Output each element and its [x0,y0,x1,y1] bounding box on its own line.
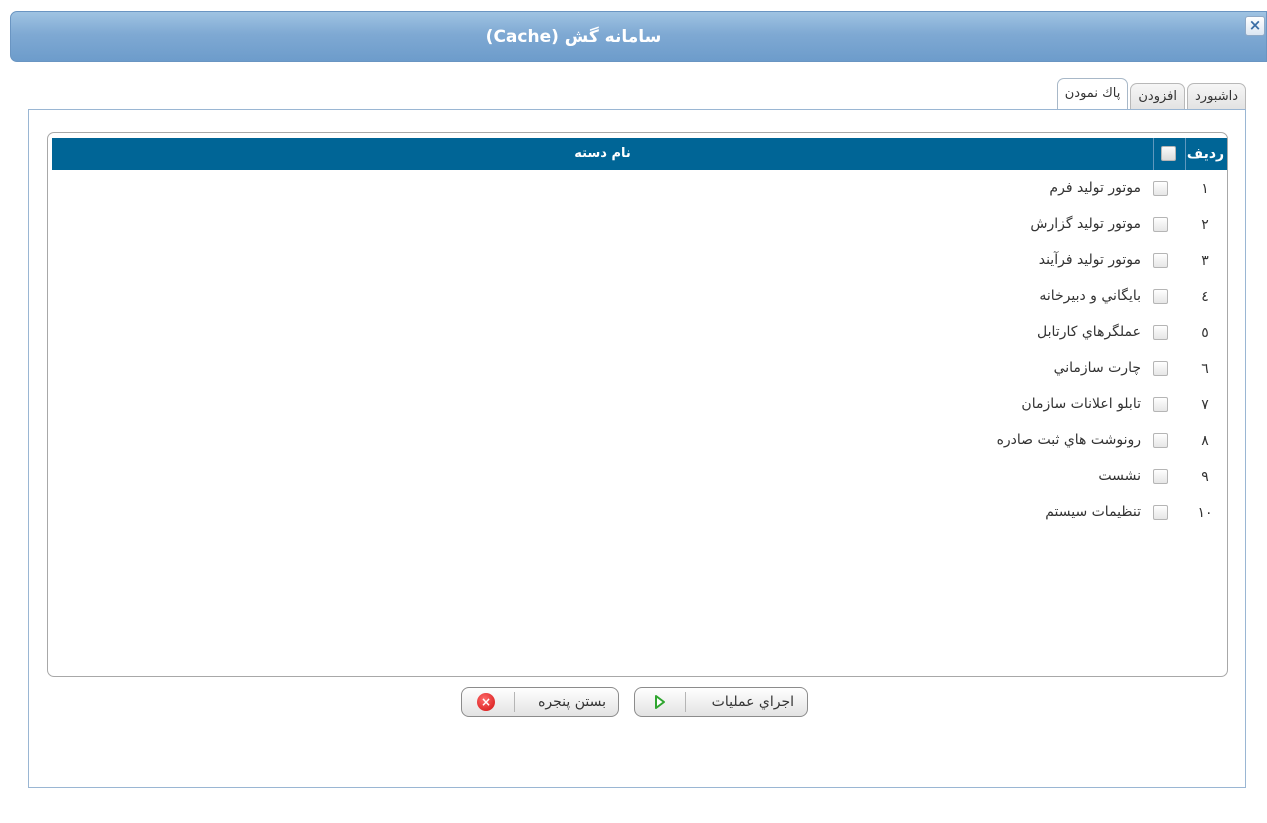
table-row[interactable]: ١ موتور توليد فرم [48,171,1227,207]
column-header-name: نام دسته [574,146,631,161]
row-number: ٩ [1201,469,1209,485]
tab-clear[interactable]: پاك نمودن [1056,78,1129,110]
table-row[interactable]: ٨ رونوشت هاي ثبت صادره [48,423,1227,459]
row-number: ٢ [1201,217,1209,233]
row-checkbox[interactable] [1153,361,1168,376]
row-label: تابلو اعلانات سازمان [1021,396,1141,412]
play-icon [654,694,666,714]
row-checkbox[interactable] [1153,469,1168,484]
run-operation-label: اجراي عمليات [711,694,794,710]
row-label: تنظيمات سيستم [1045,504,1141,520]
row-label: موتور توليد گزارش [1030,216,1141,232]
table-row[interactable]: ٥ عملگرهاي كارتابل [48,315,1227,351]
row-checkbox[interactable] [1153,253,1168,268]
row-number: ٣ [1201,253,1209,269]
category-grid: رديف نام دسته ١ موتور توليد فرم ٢ موتور … [47,132,1228,677]
table-row[interactable]: ٦ چارت سازماني [48,351,1227,387]
column-header-select [1153,138,1183,170]
row-checkbox[interactable] [1153,217,1168,232]
row-label: موتور توليد فرآيند [1038,252,1141,268]
row-number: ٨ [1201,433,1209,449]
button-divider [514,692,515,712]
row-label: نشست [1098,468,1141,484]
grid-rows: ١ موتور توليد فرم ٢ موتور توليد گزارش ٣ … [48,171,1227,531]
run-operation-button[interactable]: اجراي عمليات [634,687,808,717]
column-header-row: رديف [1185,138,1225,170]
tab-dashboard[interactable]: داشبورد [1187,83,1246,110]
close-icon[interactable]: × [1245,16,1265,36]
row-label: رونوشت هاي ثبت صادره [996,432,1141,448]
row-checkbox[interactable] [1153,181,1168,196]
cancel-icon: × [477,693,495,711]
row-checkbox[interactable] [1153,289,1168,304]
row-label: بايگاني و دبيرخانه [1039,288,1141,304]
button-divider [685,692,686,712]
table-row[interactable]: ٩ نشست [48,459,1227,495]
row-checkbox[interactable] [1153,505,1168,520]
row-label: موتور توليد فرم [1049,180,1141,196]
row-number: ٥ [1201,325,1209,341]
close-window-button[interactable]: بستن پنجره × [461,687,619,717]
row-checkbox[interactable] [1153,433,1168,448]
row-number: ١٠ [1197,505,1213,521]
close-window-label: بستن پنجره [538,694,606,710]
window-title: سامانه گش (Cache) [485,27,662,47]
row-number: ١ [1201,181,1209,197]
window-titlebar: سامانه گش (Cache) [10,11,1267,62]
row-number: ٧ [1201,397,1209,413]
table-row[interactable]: ٢ موتور توليد گزارش [48,207,1227,243]
tab-bar: پاك نمودن افزودن داشبورد [1055,78,1246,110]
table-row[interactable]: ١٠ تنظيمات سيستم [48,495,1227,531]
grid-header: رديف نام دسته [52,138,1227,170]
row-checkbox[interactable] [1153,325,1168,340]
row-label: چارت سازماني [1053,360,1141,376]
row-number: ٦ [1201,361,1209,377]
select-all-checkbox[interactable] [1161,146,1176,161]
table-row[interactable]: ٣ موتور توليد فرآيند [48,243,1227,279]
tab-add[interactable]: افزودن [1130,83,1185,110]
table-row[interactable]: ٤ بايگاني و دبيرخانه [48,279,1227,315]
row-number: ٤ [1201,289,1209,305]
row-label: عملگرهاي كارتابل [1037,324,1141,340]
table-row[interactable]: ٧ تابلو اعلانات سازمان [48,387,1227,423]
row-checkbox[interactable] [1153,397,1168,412]
